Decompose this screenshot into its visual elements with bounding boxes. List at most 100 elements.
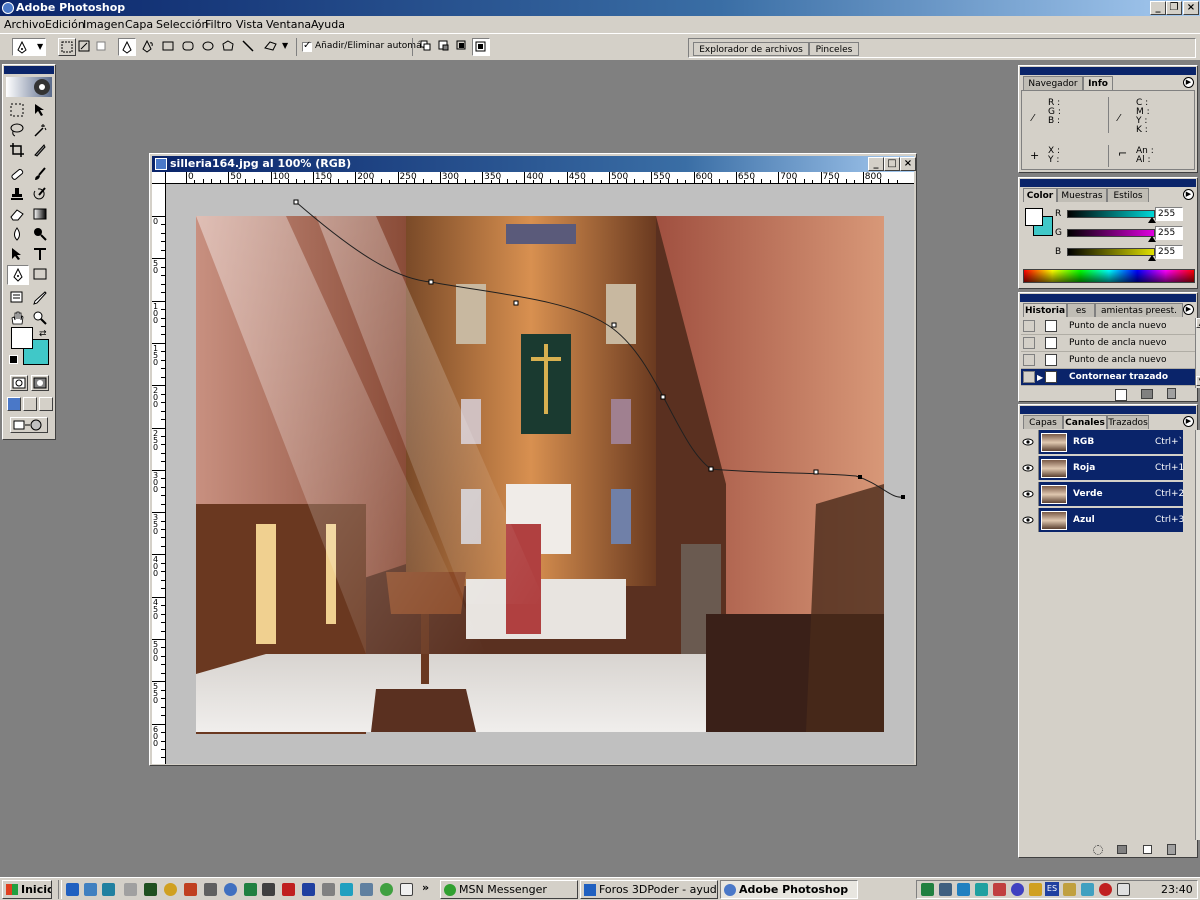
eraser-tool[interactable] bbox=[7, 205, 29, 225]
tab-navigator[interactable]: Navegador bbox=[1023, 76, 1083, 90]
church-interior-image[interactable] bbox=[166, 184, 914, 764]
tab-styles[interactable]: Estilos bbox=[1107, 188, 1149, 202]
history-item[interactable]: Punto de ancla nuevo bbox=[1021, 318, 1195, 335]
document-maximize-button[interactable]: □ bbox=[884, 157, 900, 171]
eyedropper-tool[interactable] bbox=[30, 289, 52, 309]
swap-colors-icon[interactable]: ⇄ bbox=[39, 329, 47, 339]
tab-swatches[interactable]: Muestras bbox=[1057, 188, 1107, 202]
color-channel-slider[interactable] bbox=[1067, 210, 1155, 218]
history-brush-source-box[interactable] bbox=[1023, 354, 1035, 366]
channel-row[interactable]: Azul Ctrl+3 bbox=[1020, 508, 1184, 533]
history-brush-source-box[interactable] bbox=[1023, 337, 1035, 349]
app-icon[interactable] bbox=[244, 883, 257, 896]
tab-tool-presets[interactable]: amientas preest. bbox=[1095, 303, 1183, 317]
tray-icon[interactable] bbox=[1063, 883, 1076, 896]
auto-add-delete-checkbox[interactable]: ✓ bbox=[302, 40, 312, 52]
tab-color[interactable]: Color bbox=[1023, 188, 1057, 202]
toolbox-title-bar[interactable] bbox=[4, 66, 54, 74]
visibility-eye-icon[interactable] bbox=[1020, 430, 1039, 454]
app-icon[interactable] bbox=[302, 883, 315, 896]
palette-menu-icon[interactable]: ▶ bbox=[1183, 77, 1194, 88]
polygon-shape-button[interactable] bbox=[220, 38, 238, 56]
panda-icon[interactable] bbox=[1117, 883, 1130, 896]
language-indicator[interactable]: ES bbox=[1045, 882, 1059, 896]
tray-icon[interactable] bbox=[993, 883, 1006, 896]
menu-edicion[interactable]: Edición bbox=[45, 17, 85, 32]
menu-vista[interactable]: Vista bbox=[236, 17, 263, 32]
palette-menu-icon[interactable]: ▶ bbox=[1183, 416, 1194, 427]
document-window[interactable]: silleria164.jpg al 100% (RGB) _ □ × 0 50 1… bbox=[149, 153, 917, 766]
standard-mode-button[interactable] bbox=[10, 375, 28, 391]
scroll-up-icon[interactable]: ▲ bbox=[1196, 318, 1200, 328]
taskbar-button-msn[interactable]: MSN Messenger bbox=[440, 880, 578, 899]
info-palette-title-bar[interactable] bbox=[1020, 67, 1196, 75]
save-selection-icon[interactable] bbox=[1117, 845, 1127, 854]
color-spectrum-bar[interactable] bbox=[1023, 269, 1195, 283]
shape-layers-button[interactable] bbox=[58, 38, 76, 56]
tray-icon[interactable] bbox=[921, 883, 934, 896]
color-channel-value[interactable]: 255 bbox=[1155, 207, 1183, 221]
menu-ayuda[interactable]: Ayuda bbox=[311, 17, 345, 32]
history-brush-source-box[interactable] bbox=[1023, 371, 1035, 383]
new-channel-icon[interactable] bbox=[1143, 845, 1152, 854]
start-button[interactable]: Inicio bbox=[2, 880, 52, 899]
visibility-eye-icon[interactable] bbox=[1020, 482, 1039, 506]
tray-icon[interactable] bbox=[1029, 883, 1042, 896]
tab-paths[interactable]: Trazados bbox=[1107, 415, 1149, 429]
document-title-bar[interactable]: silleria164.jpg al 100% (RGB) _ □ × bbox=[152, 156, 916, 172]
magic-wand-tool[interactable] bbox=[30, 121, 52, 141]
color-channel-value[interactable]: 255 bbox=[1155, 245, 1183, 259]
snapshot-icon[interactable] bbox=[1141, 389, 1153, 399]
trash-icon[interactable] bbox=[1167, 388, 1176, 399]
internet-explorer-icon[interactable] bbox=[66, 883, 79, 896]
load-selection-icon[interactable] bbox=[1093, 845, 1103, 855]
jump-to-imageready-button[interactable] bbox=[10, 417, 48, 433]
media-player-icon[interactable] bbox=[164, 883, 177, 896]
screen-mode-menubar-button[interactable] bbox=[23, 397, 37, 411]
palette-menu-icon[interactable]: ▶ bbox=[1183, 189, 1194, 200]
pen-tool[interactable] bbox=[7, 265, 29, 285]
rectangle-shape-button[interactable] bbox=[160, 38, 178, 56]
color-channel-slider[interactable] bbox=[1067, 248, 1155, 256]
history-palette-title-bar[interactable] bbox=[1020, 294, 1196, 302]
close-button[interactable]: × bbox=[1183, 1, 1199, 15]
visibility-eye-icon[interactable] bbox=[1020, 508, 1039, 532]
healing-brush-tool[interactable] bbox=[7, 165, 29, 185]
tab-file-browser[interactable]: Explorador de archivos bbox=[693, 42, 809, 56]
menu-filtro[interactable]: Filtro bbox=[205, 17, 232, 32]
document-close-button[interactable]: × bbox=[900, 157, 916, 171]
app-icon[interactable] bbox=[360, 883, 373, 896]
path-intersect-button[interactable] bbox=[454, 38, 472, 56]
photoshop-quick-icon[interactable] bbox=[184, 883, 197, 896]
paths-mode-button[interactable] bbox=[76, 38, 94, 56]
visibility-eye-icon[interactable] bbox=[1020, 456, 1039, 480]
history-scrollbar[interactable]: ▲ ▼ bbox=[1195, 318, 1200, 388]
path-exclude-button[interactable] bbox=[472, 38, 490, 56]
ellipse-shape-button[interactable] bbox=[200, 38, 218, 56]
canvas-area[interactable] bbox=[166, 184, 914, 764]
clone-stamp-tool[interactable] bbox=[7, 185, 29, 205]
history-item[interactable]: Punto de ancla nuevo bbox=[1021, 352, 1195, 369]
notes-tool[interactable] bbox=[7, 289, 29, 309]
tray-icon[interactable] bbox=[939, 883, 952, 896]
tab-layers[interactable]: Capas bbox=[1023, 415, 1063, 429]
zoom-tool[interactable] bbox=[30, 309, 52, 329]
menu-seleccion[interactable]: Selección bbox=[156, 17, 208, 32]
tab-channels[interactable]: Canales bbox=[1063, 415, 1107, 429]
palette-menu-icon[interactable]: ▶ bbox=[1183, 304, 1194, 315]
crop-tool[interactable] bbox=[7, 141, 29, 161]
history-item[interactable]: Punto de ancla nuevo bbox=[1021, 335, 1195, 352]
channels-scrollbar[interactable] bbox=[1195, 430, 1200, 840]
path-subtract-button[interactable] bbox=[436, 38, 454, 56]
hand-tool[interactable] bbox=[7, 309, 29, 329]
speaker-icon[interactable] bbox=[957, 883, 970, 896]
app-icon[interactable] bbox=[282, 883, 295, 896]
fill-pixels-button[interactable] bbox=[93, 38, 111, 56]
custom-shape-button[interactable]: ▼ bbox=[262, 38, 292, 56]
history-item[interactable]: ▶ Contornear trazado bbox=[1021, 369, 1195, 386]
menu-capa[interactable]: Capa bbox=[125, 17, 153, 32]
screen-mode-full-button[interactable] bbox=[39, 397, 53, 411]
marquee-tool[interactable] bbox=[7, 101, 29, 121]
app-icon[interactable] bbox=[340, 883, 353, 896]
color-channel-slider[interactable] bbox=[1067, 229, 1155, 237]
